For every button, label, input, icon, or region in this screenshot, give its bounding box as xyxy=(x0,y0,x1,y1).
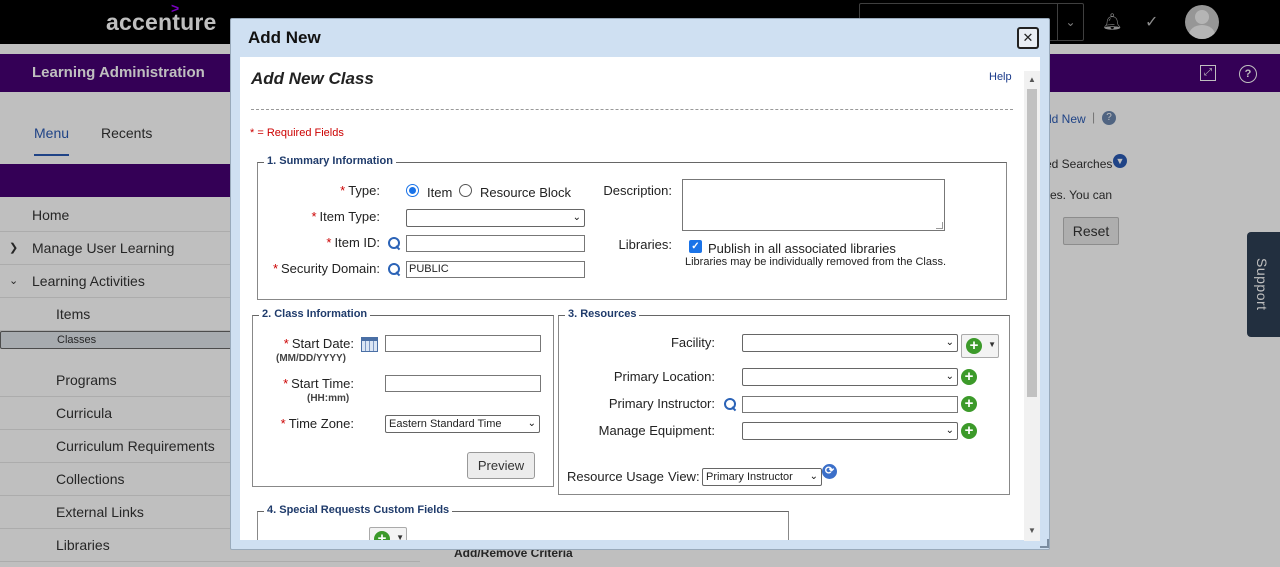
publish-checkbox[interactable]: ✓ xyxy=(689,240,702,253)
start-date-format: (MM/DD/YYYY) xyxy=(276,353,346,364)
add-icon: + xyxy=(374,531,390,540)
calendar-icon[interactable] xyxy=(361,337,378,352)
section-legend: 2. Class Information xyxy=(259,308,371,320)
chevron-down-icon: ▼ xyxy=(396,533,404,540)
search-icon[interactable] xyxy=(723,397,737,411)
chevron-down-icon: ▼ xyxy=(988,340,996,349)
item-id-input[interactable] xyxy=(406,235,585,252)
type-label: * Type: xyxy=(340,183,380,198)
primary-location-label: Primary Location: xyxy=(613,369,715,384)
security-domain-label: * Security Domain: xyxy=(272,261,380,276)
libraries-note: Libraries may be individually removed fr… xyxy=(685,256,947,268)
chevron-down-icon: ⌄ xyxy=(945,425,954,436)
add-icon: + xyxy=(966,338,982,354)
chevron-down-icon: ⌄ xyxy=(527,418,536,429)
add-new-dialog: Add New ✕ Add New Class Help * = Require… xyxy=(230,18,1050,550)
section-legend: 3. Resources xyxy=(565,308,640,320)
resource-view-select[interactable]: Primary Instructor ⌄ xyxy=(702,468,822,486)
view-label: View: xyxy=(668,469,700,484)
type-item-label[interactable]: Item xyxy=(427,185,452,200)
primary-location-select[interactable]: ⌄ xyxy=(742,368,958,386)
form-title: Add New Class xyxy=(251,69,374,88)
libraries-label: Libraries: xyxy=(618,237,672,252)
start-time-format: (HH:mm) xyxy=(307,393,350,404)
chevron-down-icon: ⌄ xyxy=(945,371,954,382)
time-zone-select[interactable]: Eastern Standard Time ⌄ xyxy=(385,415,540,433)
scroll-up-icon[interactable]: ▲ xyxy=(1027,75,1037,84)
chevron-down-icon: ⌄ xyxy=(809,471,818,482)
type-resource-block-label[interactable]: Resource Block xyxy=(480,185,571,200)
time-zone-label: * Time Zone: xyxy=(280,416,354,431)
add-facility-button[interactable]: + ▼ xyxy=(961,334,999,358)
section-legend: 4. Special Requests Custom Fields xyxy=(264,504,453,516)
type-item-radio[interactable] xyxy=(406,184,419,197)
add-instructor-icon[interactable]: + xyxy=(961,396,977,412)
start-date-input[interactable] xyxy=(385,335,541,352)
divider xyxy=(251,109,1013,110)
description-textarea[interactable] xyxy=(682,179,945,231)
scroll-down-icon[interactable]: ▼ xyxy=(1027,526,1037,535)
description-label: Description: xyxy=(603,183,672,198)
manage-equipment-label: Manage Equipment: xyxy=(598,423,715,438)
dialog-scrollbar[interactable]: ▲ ▼ xyxy=(1024,71,1040,541)
start-time-label: * Start Time: xyxy=(283,376,354,391)
search-icon[interactable] xyxy=(387,262,401,276)
chevron-down-icon: ⌄ xyxy=(572,212,581,223)
dialog-title: Add New xyxy=(248,28,321,47)
start-date-label: * Start Date: xyxy=(283,336,354,351)
help-link[interactable]: Help xyxy=(989,71,1012,83)
section-legend: 1. Summary Information xyxy=(264,155,396,167)
manage-equipment-select[interactable]: ⌄ xyxy=(742,422,958,440)
start-time-input[interactable] xyxy=(385,375,541,392)
dialog-body: Add New Class Help * = Required Fields 1… xyxy=(240,57,1040,540)
primary-instructor-label: Primary Instructor: xyxy=(608,396,715,411)
primary-instructor-input[interactable] xyxy=(742,396,958,413)
type-resource-block-radio[interactable] xyxy=(459,184,472,197)
security-domain-input[interactable]: PUBLIC xyxy=(406,261,585,278)
item-type-label: * Item Type: xyxy=(311,209,380,224)
resize-handle-icon[interactable] xyxy=(1040,539,1049,548)
add-equipment-icon[interactable]: + xyxy=(961,423,977,439)
add-custom-field-button[interactable]: + ▼ xyxy=(369,527,407,540)
scrollbar-thumb[interactable] xyxy=(1027,89,1037,397)
chevron-down-icon: ⌄ xyxy=(945,337,954,348)
preview-button[interactable]: Preview xyxy=(467,452,535,479)
resize-handle-icon xyxy=(936,222,943,229)
item-id-label: * Item ID: xyxy=(326,235,380,250)
required-fields-note: * = Required Fields xyxy=(250,127,344,139)
publish-label[interactable]: Publish in all associated libraries xyxy=(708,241,896,256)
resource-usage-label: Resource Usage xyxy=(567,469,664,484)
close-icon[interactable]: ✕ xyxy=(1017,27,1039,49)
item-type-select[interactable]: ⌄ xyxy=(406,209,585,227)
facility-select[interactable]: ⌄ xyxy=(742,334,958,352)
search-icon[interactable] xyxy=(387,236,401,250)
refresh-icon[interactable]: ⟳ xyxy=(822,464,837,479)
special-requests-section: 4. Special Requests Custom Fields xyxy=(257,504,789,540)
facility-label: Facility: xyxy=(670,335,715,350)
add-location-icon[interactable]: + xyxy=(961,369,977,385)
